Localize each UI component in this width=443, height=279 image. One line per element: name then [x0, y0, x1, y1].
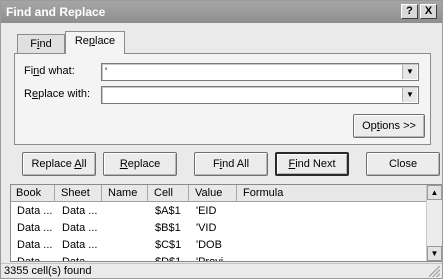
- table-row[interactable]: Data ... Data ... $D$1 'Provi: [11, 254, 428, 262]
- arrow-up-icon[interactable]: ▲: [427, 185, 442, 200]
- find-all-label: Find All: [212, 158, 250, 170]
- cell-address: $D$1: [155, 256, 182, 262]
- column-header-book[interactable]: Book: [11, 185, 55, 202]
- tab-replace[interactable]: Replace: [65, 31, 125, 54]
- cell-name: [103, 237, 148, 254]
- tab-find[interactable]: Find: [17, 34, 65, 54]
- cell-name: [103, 254, 148, 261]
- replace-label: Replace: [119, 158, 161, 170]
- results-header: Book Sheet Name Cell Value Formula: [11, 185, 428, 202]
- replace-with-input[interactable]: ▼: [101, 86, 419, 104]
- cell-book: Data ...: [17, 256, 53, 262]
- find-next-label: Find Next: [288, 158, 336, 170]
- table-row[interactable]: Data ... Data ... $A$1 'EID: [11, 203, 428, 220]
- replace-tab-panel: Find what: ' ▼ Replace with: ▼ Options >…: [14, 53, 431, 145]
- cell-formula: [238, 203, 428, 220]
- replace-all-label: Replace All: [31, 158, 87, 170]
- cell-book: Data ...: [17, 222, 53, 234]
- cell-address: $C$1: [155, 239, 182, 251]
- chevron-down-icon[interactable]: ▼: [402, 65, 417, 79]
- replace-button[interactable]: Replace: [103, 152, 177, 176]
- cell-sheet: Data ...: [62, 205, 98, 217]
- cell-sheet: Data ...: [62, 222, 98, 234]
- find-replace-dialog: Find and Replace ? X Find Replace Find w…: [0, 0, 443, 279]
- cell-book: Data ...: [17, 239, 53, 251]
- resize-grip-icon[interactable]: [429, 266, 440, 277]
- status-bar: 3355 cell(s) found: [1, 263, 442, 278]
- column-header-name[interactable]: Name: [103, 185, 148, 202]
- results-scrollbar[interactable]: ▲ ▼: [426, 185, 442, 261]
- help-icon: ?: [406, 5, 413, 17]
- chevron-down-icon[interactable]: ▼: [402, 88, 417, 102]
- column-header-value[interactable]: Value: [190, 185, 237, 202]
- replace-with-label: Replace with:: [24, 88, 91, 100]
- table-row[interactable]: Data ... Data ... $B$1 'VID: [11, 220, 428, 237]
- close-window-button[interactable]: X: [420, 4, 437, 19]
- cell-formula: [238, 237, 428, 254]
- find-all-button[interactable]: Find All: [194, 152, 268, 176]
- column-header-formula[interactable]: Formula: [238, 185, 428, 202]
- tab-replace-label: Replace: [74, 35, 116, 47]
- cell-formula: [238, 254, 428, 261]
- find-what-value: ': [105, 66, 108, 78]
- cell-value: 'EID: [196, 205, 217, 217]
- cell-formula: [238, 220, 428, 237]
- replace-all-button[interactable]: Replace All: [22, 152, 96, 176]
- cell-name: [103, 220, 148, 237]
- find-next-button[interactable]: Find Next: [275, 152, 349, 176]
- cell-name: [103, 203, 148, 220]
- close-label: Close: [388, 158, 418, 170]
- cell-address: $A$1: [155, 205, 181, 217]
- cell-value: 'Provi: [196, 256, 224, 262]
- cell-value: 'VID: [196, 222, 217, 234]
- column-header-cell[interactable]: Cell: [149, 185, 189, 202]
- tab-find-label: Find: [30, 38, 52, 50]
- title-bar: Find and Replace ? X: [1, 1, 442, 23]
- options-button[interactable]: Options >>: [353, 114, 425, 138]
- arrow-down-icon[interactable]: ▼: [427, 246, 442, 261]
- column-header-sheet[interactable]: Sheet: [56, 185, 102, 202]
- cell-sheet: Data ...: [62, 239, 98, 251]
- table-row[interactable]: Data ... Data ... $C$1 'DOB: [11, 237, 428, 254]
- window-title: Find and Replace: [6, 5, 106, 19]
- help-button[interactable]: ?: [401, 4, 418, 19]
- find-what-label: Find what:: [24, 65, 75, 77]
- cell-address: $B$1: [155, 222, 181, 234]
- cell-sheet: Data ...: [62, 256, 98, 262]
- results-table[interactable]: Book Sheet Name Cell Value Formula Data …: [10, 184, 442, 262]
- close-button[interactable]: Close: [366, 152, 440, 176]
- close-icon: X: [424, 5, 433, 17]
- cell-value: 'DOB: [196, 239, 222, 251]
- status-text: 3355 cell(s) found: [4, 265, 92, 277]
- find-what-input[interactable]: ' ▼: [101, 63, 419, 81]
- options-button-label: Options >>: [362, 120, 416, 132]
- cell-book: Data ...: [17, 205, 53, 217]
